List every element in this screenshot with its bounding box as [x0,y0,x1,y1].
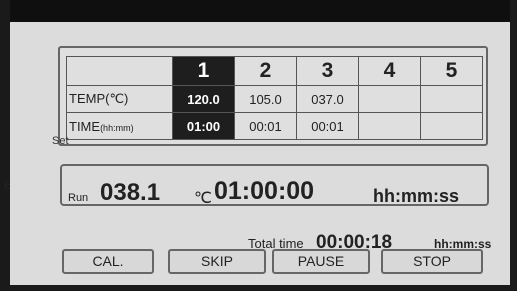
time-row-label: TIME(hh:mm) [66,112,173,140]
temp-row-label: TEMP(℃) [66,85,173,113]
cal-button[interactable]: CAL. [62,249,154,274]
device-bezel-left [0,0,10,291]
program-settings-table: 1 2 3 4 5 TEMP(℃) 120.0 105.0 037.0 TIME… [66,56,483,140]
temp-cell-4[interactable] [358,85,421,113]
temp-row: TEMP(℃) 120.0 105.0 037.0 [66,85,483,113]
device-bezel-right [510,0,517,291]
run-time-format: hh:mm:ss [373,186,460,206]
column-3-header[interactable]: 3 [296,56,359,86]
run-time: 01:00:00 [214,177,315,205]
header-blank-cell [66,56,173,86]
run-temperature-unit: ℃ [194,190,212,207]
time-cell-4[interactable] [358,112,421,140]
time-unit-text: (hh:mm) [100,122,134,133]
time-cell-1[interactable]: 01:00 [172,112,235,140]
run-label: Run [68,192,89,204]
column-2-header[interactable]: 2 [234,56,297,86]
run-temperature: 038.1 [100,179,161,206]
column-1-header[interactable]: 1 [172,56,235,86]
time-cell-5[interactable] [420,112,483,140]
set-label: Set [52,135,69,147]
temp-cell-3[interactable]: 037.0 [296,85,359,113]
device-bezel-top [0,0,517,22]
time-label-text: TIME [69,118,101,134]
temp-cell-5[interactable] [420,85,483,113]
temp-cell-1[interactable]: 120.0 [172,85,235,113]
time-cell-2[interactable]: 00:01 [234,112,297,140]
time-row: TIME(hh:mm) 01:00 00:01 00:01 [66,112,483,140]
temp-cell-2[interactable]: 105.0 [234,85,297,113]
skip-button[interactable]: SKIP [168,249,266,274]
lcd-screen: 1 2 3 4 5 TEMP(℃) 120.0 105.0 037.0 TIME… [10,22,510,285]
device-bezel-bottom [0,285,517,291]
pause-button[interactable]: PAUSE [272,249,370,274]
table-header-row: 1 2 3 4 5 [66,56,483,86]
column-4-header[interactable]: 4 [358,56,421,86]
time-cell-3[interactable]: 00:01 [296,112,359,140]
column-5-header[interactable]: 5 [420,56,483,86]
stop-button[interactable]: STOP [381,249,483,274]
